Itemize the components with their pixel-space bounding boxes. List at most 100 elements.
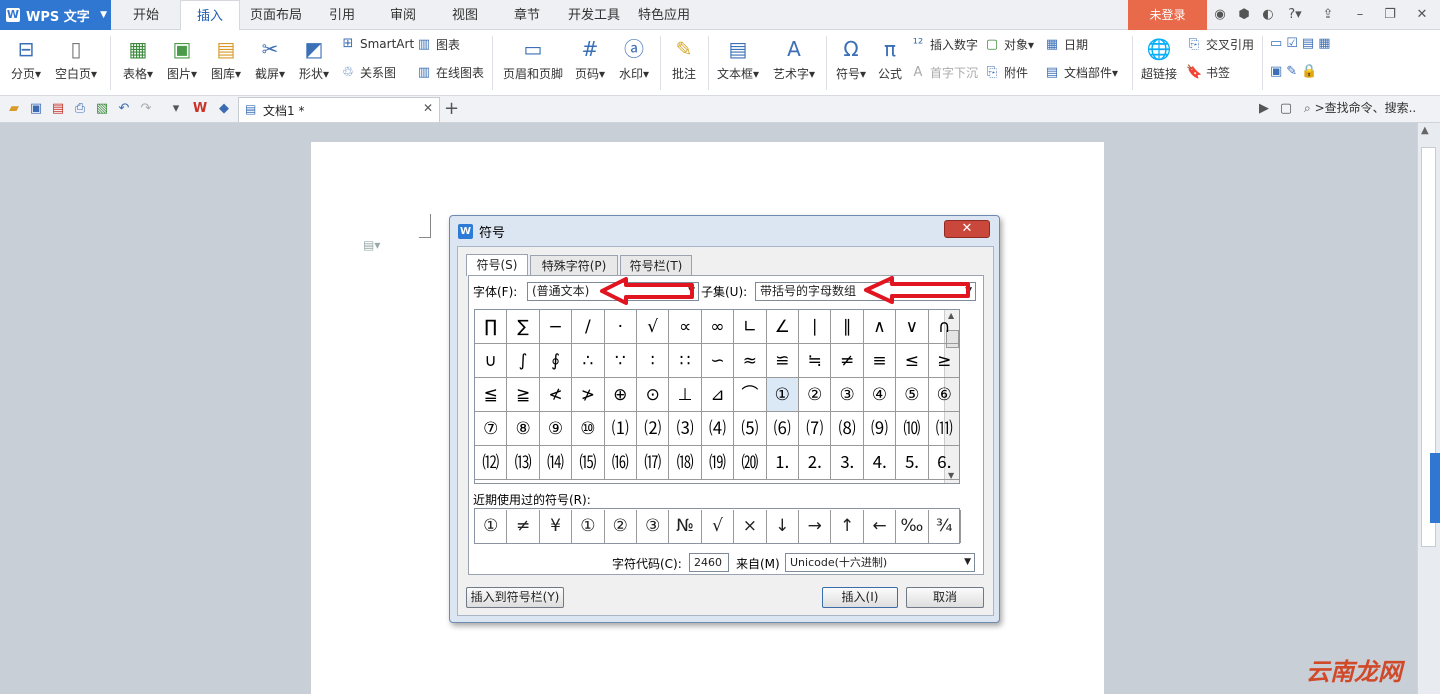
symbol-cell[interactable]: ⒈ [766, 446, 799, 480]
symbol-grid[interactable]: ▲ ▼ ∏ ∑ − / · √ ∝ ∞ ∟ ∠ ∣ ∥ ∧ ∨ ∩ ∪ ∫ ∮ ∴ ∵ ∶ ∷ ∽ ≈ ≌ ≒ ≠ ≡ ≤ ≥ ≦ ≧ ≮ ≯ ⊕ ⊙… [474, 309, 960, 484]
tab-symbol-bar[interactable]: 符号栏(T) [620, 255, 692, 275]
symbol-cell[interactable]: / [572, 310, 605, 344]
symbol-cell[interactable]: ⑴ [604, 412, 637, 446]
skin-icon[interactable]: ◉ [1212, 7, 1228, 23]
symbol-cell[interactable]: ⊙ [637, 378, 670, 412]
side-panel-toggle[interactable] [1430, 453, 1440, 523]
symbol-cell[interactable]: ∩ [928, 310, 959, 344]
cube-icon[interactable]: ◆ [216, 101, 232, 117]
upload-icon[interactable]: ⇪ [1320, 7, 1336, 23]
recent-symbol-cell[interactable]: ← [864, 510, 897, 543]
date-button[interactable]: ▦ 日期 [1044, 36, 1088, 53]
dialog-close-button[interactable]: ✕ [944, 220, 990, 238]
hyperlink-button[interactable]: 🌐 超链接 [1138, 36, 1180, 82]
symbol-cell[interactable]: ⒄ [637, 446, 670, 480]
symbol-cell[interactable]: ∑ [507, 310, 540, 344]
close-icon[interactable]: ✕ [1414, 7, 1430, 23]
vertical-scrollbar[interactable]: ▲ [1417, 123, 1440, 694]
export-pdf-icon[interactable]: ▤ [50, 101, 66, 117]
tab-references[interactable]: 引用 [312, 0, 372, 30]
document-tab[interactable]: ▤ 文档1 * ✕ [238, 97, 440, 122]
symbol-cell[interactable]: ∝ [669, 310, 702, 344]
customize-dropdown-icon[interactable]: ▾ [168, 101, 184, 117]
symbol-cell[interactable]: ③ [831, 378, 864, 412]
symbol-cell[interactable]: ≠ [831, 344, 864, 378]
symbol-cell[interactable]: ≌ [766, 344, 799, 378]
settings-icon[interactable]: ⬢ [1236, 7, 1252, 23]
recent-symbol-cell[interactable]: ③ [637, 510, 670, 543]
wps-menu-button[interactable]: W WPS 文字 ▼ [0, 0, 111, 30]
symbol-cell[interactable]: ⒋ [863, 446, 897, 480]
symbol-cell[interactable]: ⒆ [701, 446, 735, 480]
tab-developer[interactable]: 开发工具 [558, 0, 630, 30]
print-icon[interactable]: ⎙ [72, 101, 88, 117]
symbol-cell[interactable]: ∣ [799, 310, 832, 344]
recent-symbol-cell[interactable]: ≠ [507, 510, 540, 543]
from-select[interactable]: Unicode(十六进制) ▼ [785, 553, 975, 572]
recent-symbol-cell[interactable]: ¾ [929, 510, 961, 543]
symbol-cell[interactable]: ∴ [572, 344, 605, 378]
bookmark-button[interactable]: 🔖 书签 [1186, 64, 1230, 81]
tab-section[interactable]: 章节 [496, 0, 558, 30]
recent-symbol-cell[interactable]: ‰ [896, 510, 929, 543]
print-preview-icon[interactable]: ▧ [94, 101, 110, 117]
symbol-cell[interactable]: ∫ [507, 344, 540, 378]
redo-icon[interactable]: ↷ [138, 101, 154, 117]
recent-symbol-cell[interactable]: √ [702, 510, 735, 543]
header-footer-button[interactable]: ▭ 页眉和页脚 [500, 36, 566, 82]
comment-button[interactable]: ✎ 批注 [666, 36, 702, 82]
paragraph-icon[interactable]: ▤▾ [363, 238, 380, 252]
recent-symbol-cell[interactable]: № [669, 510, 702, 543]
symbol-cell[interactable]: ⒇ [734, 446, 767, 480]
open-icon[interactable]: ▰ [6, 101, 22, 117]
symbol-cell[interactable]: ∪ [475, 344, 508, 378]
symbol-cell[interactable]: ⑥ [928, 378, 959, 412]
smartart-button[interactable]: ⊞ SmartArt [340, 36, 415, 52]
undo-icon[interactable]: ↶ [116, 101, 132, 117]
tab-start[interactable]: 开始 [112, 0, 180, 30]
symbol-cell[interactable]: ∥ [831, 310, 864, 344]
symbol-cell[interactable]: ⑸ [734, 412, 767, 446]
wps-icon[interactable]: W [192, 101, 208, 117]
symbol-cell[interactable]: ∷ [669, 344, 702, 378]
blank-page-button[interactable]: ▯ 空白页▾ [50, 36, 102, 82]
recent-symbol-cell[interactable]: ↑ [831, 510, 864, 543]
symbol-cell[interactable]: √ [637, 310, 670, 344]
symbol-cell[interactable]: ⊥ [669, 378, 702, 412]
minimize-icon[interactable]: – [1352, 7, 1368, 23]
tab-review[interactable]: 审阅 [372, 0, 434, 30]
tab-symbols[interactable]: 符号(S) [466, 254, 528, 276]
new-tab-icon[interactable]: + [444, 98, 459, 119]
relation-chart-button[interactable]: ♲ 关系图 [340, 64, 396, 81]
symbol-cell[interactable]: ② [799, 378, 832, 412]
symbol-cell[interactable]: ≒ [799, 344, 832, 378]
symbol-cell[interactable]: ① [766, 378, 799, 412]
form-tools-icons[interactable]: ▣✎🔒 [1270, 64, 1330, 79]
symbol-cell[interactable]: ∞ [701, 310, 735, 344]
doc-parts-button[interactable]: ▤ 文档部件 ▾ [1044, 64, 1118, 81]
share-icon[interactable]: ◐ [1260, 7, 1276, 23]
symbol-cell[interactable]: ≧ [507, 378, 540, 412]
restore-icon[interactable]: ❐ [1382, 7, 1398, 23]
help-icon[interactable]: ?▾ [1284, 7, 1306, 23]
symbol-cell[interactable]: ⑼ [863, 412, 897, 446]
symbol-cell[interactable]: ≥ [928, 344, 959, 378]
symbol-cell[interactable]: ≈ [734, 344, 767, 378]
symbol-cell[interactable]: ⑩ [572, 412, 605, 446]
chat-icon[interactable]: ▢ [1278, 101, 1294, 117]
save-icon[interactable]: ▣ [28, 101, 44, 117]
symbol-cell[interactable]: ⑶ [669, 412, 702, 446]
command-search[interactable]: ⌕ >查找命令、搜索... [1304, 99, 1416, 119]
symbol-cell[interactable]: ⒂ [572, 446, 605, 480]
symbol-cell[interactable]: ≤ [896, 344, 929, 378]
recent-symbol-cell[interactable]: → [799, 510, 832, 543]
symbol-cell[interactable]: ∽ [701, 344, 735, 378]
recent-symbol-cell[interactable]: ↓ [767, 510, 799, 543]
symbol-cell[interactable]: ⑨ [539, 412, 573, 446]
recent-symbol-cell[interactable]: ② [605, 510, 637, 543]
wordart-button[interactable]: A 艺术字▾ [768, 36, 820, 82]
close-tab-icon[interactable]: ✕ [423, 101, 433, 115]
symbol-cell[interactable]: ⑿ [475, 446, 508, 480]
symbol-cell[interactable]: ⒃ [604, 446, 637, 480]
table-button[interactable]: ▦ 表格▾ [118, 36, 158, 82]
